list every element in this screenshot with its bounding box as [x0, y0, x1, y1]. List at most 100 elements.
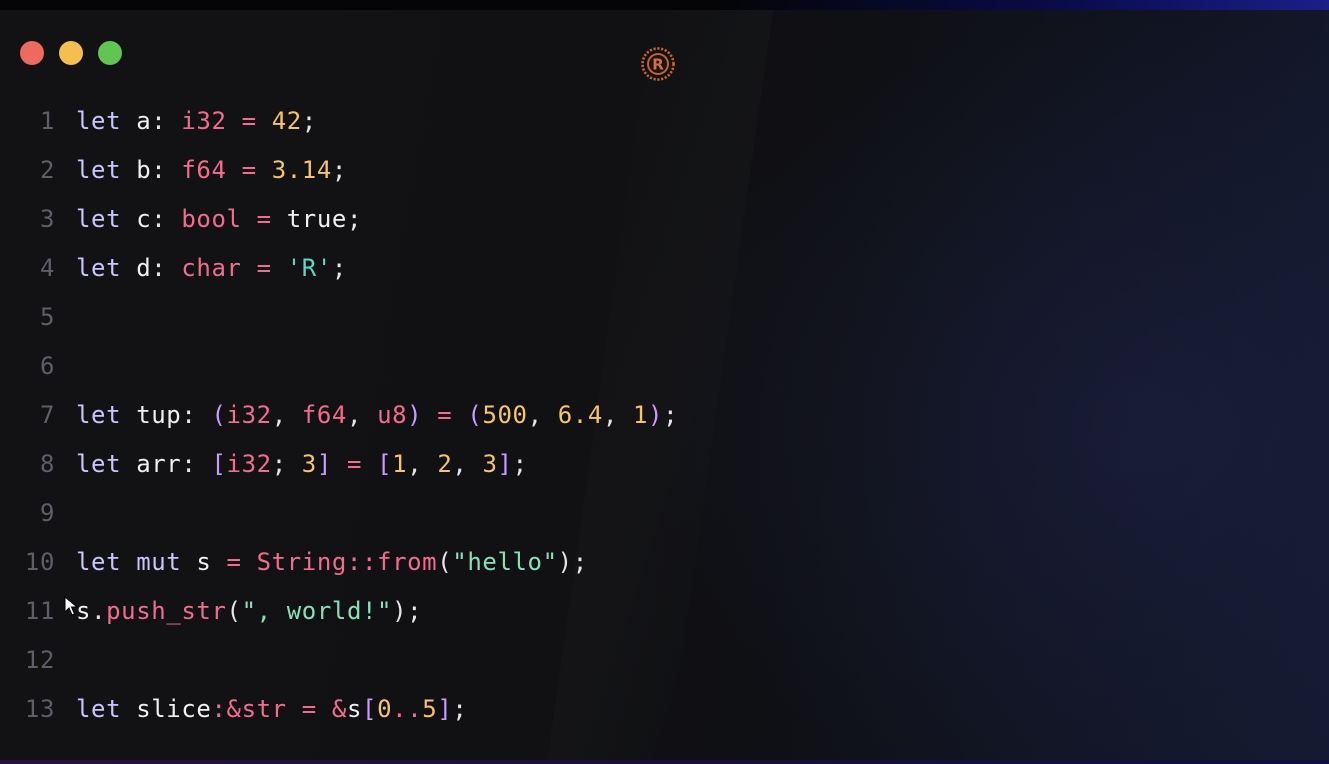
- code-token: str: [241, 695, 287, 723]
- code-token: let: [76, 254, 122, 282]
- code-token: tup: [121, 401, 182, 429]
- code-token: [: [377, 450, 393, 478]
- code-token: push_str: [106, 597, 227, 625]
- rust-logo-icon: R: [641, 47, 675, 81]
- line-number: 4: [39, 254, 55, 282]
- code-token: (: [226, 597, 242, 625]
- code-token: ): [407, 401, 423, 429]
- code-token: f64: [301, 401, 347, 429]
- code-token: char: [181, 254, 242, 282]
- code-token: ;: [331, 254, 347, 282]
- code-text: let c: bool = true;: [76, 195, 362, 244]
- top-bar: [0, 0, 1329, 10]
- code-token: true: [286, 205, 347, 233]
- code-token: 3: [482, 450, 498, 478]
- code-token: =: [241, 254, 287, 282]
- code-token: =: [211, 548, 257, 576]
- code-token: =: [226, 156, 272, 184]
- code-text: let slice:&str = &s[0..5];: [76, 685, 467, 734]
- code-token: ..: [392, 695, 423, 723]
- close-button[interactable]: [20, 41, 44, 65]
- code-token: 2: [437, 450, 453, 478]
- code-token: 'R': [286, 254, 332, 282]
- code-token: ]: [497, 450, 513, 478]
- code-token: s: [76, 597, 92, 625]
- code-token: let: [76, 156, 122, 184]
- code-token: [: [362, 695, 378, 723]
- code-token: 0: [377, 695, 393, 723]
- code-token: 1: [632, 401, 649, 429]
- code-token: :: [151, 107, 182, 135]
- code-token: ;: [407, 597, 423, 625]
- line-number: 2: [39, 156, 55, 184]
- code-token: ;: [512, 450, 528, 478]
- code-text: let arr: [i32; 3] = [1, 2, 3];: [76, 440, 528, 489]
- code-token: c: [121, 205, 152, 233]
- code-token: 6.4: [557, 401, 603, 429]
- code-token: ;: [663, 401, 679, 429]
- code-token: :: [181, 401, 212, 429]
- code-token: let: [76, 450, 122, 478]
- code-token: let: [76, 205, 122, 233]
- line-number: 8: [39, 450, 55, 478]
- mouse-pointer-icon: [64, 596, 78, 616]
- code-token: f64: [181, 156, 227, 184]
- code-token: mut: [121, 548, 182, 576]
- code-text: let mut s = String::from("hello");: [76, 538, 588, 587]
- code-token: (: [467, 401, 483, 429]
- code-token: i32: [181, 107, 227, 135]
- code-token: 3: [301, 450, 317, 478]
- code-token: ): [557, 548, 573, 576]
- code-token: :: [181, 450, 212, 478]
- code-token: 5: [422, 695, 438, 723]
- code-token: 42: [271, 107, 302, 135]
- code-text: let b: f64 = 3.14;: [76, 146, 347, 195]
- minimize-button[interactable]: [59, 41, 83, 65]
- line-number: 3: [39, 205, 55, 233]
- code-token: let: [76, 548, 122, 576]
- line-number: 1: [39, 107, 55, 135]
- code-token: let: [76, 107, 122, 135]
- code-token: bool: [181, 205, 242, 233]
- code-token: =: [241, 205, 287, 233]
- code-token: :: [151, 156, 182, 184]
- code-token: 3.14: [271, 156, 332, 184]
- code-token: ): [648, 401, 664, 429]
- code-token: ;: [331, 156, 347, 184]
- code-token: ,: [452, 450, 483, 478]
- code-token: &: [331, 695, 347, 723]
- code-token: a: [121, 107, 152, 135]
- code-token: ,: [271, 401, 302, 429]
- code-token: ;: [271, 450, 302, 478]
- code-token: :: [151, 205, 182, 233]
- code-token: =: [331, 450, 378, 478]
- code-text: let tup: (i32, f64, u8) = (500, 6.4, 1);: [76, 391, 678, 440]
- code-token: let: [76, 695, 122, 723]
- code-token: 500: [482, 401, 528, 429]
- code-token: u8: [377, 401, 408, 429]
- code-token: ;: [346, 205, 362, 233]
- code-token: (: [437, 548, 453, 576]
- code-token: .: [91, 597, 107, 625]
- line-number: 7: [39, 401, 55, 429]
- code-token: arr: [121, 450, 182, 478]
- code-text: let a: i32 = 42;: [76, 97, 317, 146]
- code-token: &: [226, 695, 242, 723]
- line-number: 10: [24, 548, 55, 576]
- code-text: s.push_str(", world!");: [76, 587, 422, 636]
- code-token: ]: [316, 450, 332, 478]
- code-token: ,: [346, 401, 378, 429]
- code-token: ]: [437, 695, 453, 723]
- line-number: 12: [24, 646, 55, 674]
- line-number: 6: [39, 352, 55, 380]
- window-controls: [20, 41, 122, 65]
- code-token: ,: [602, 401, 633, 429]
- code-token: s: [346, 695, 363, 723]
- code-token: =: [286, 695, 332, 723]
- line-number: 9: [39, 499, 55, 527]
- maximize-button[interactable]: [98, 41, 122, 65]
- code-token: [: [211, 450, 227, 478]
- svg-text:R: R: [652, 56, 664, 74]
- code-token: let: [76, 401, 122, 429]
- code-token: :: [151, 254, 182, 282]
